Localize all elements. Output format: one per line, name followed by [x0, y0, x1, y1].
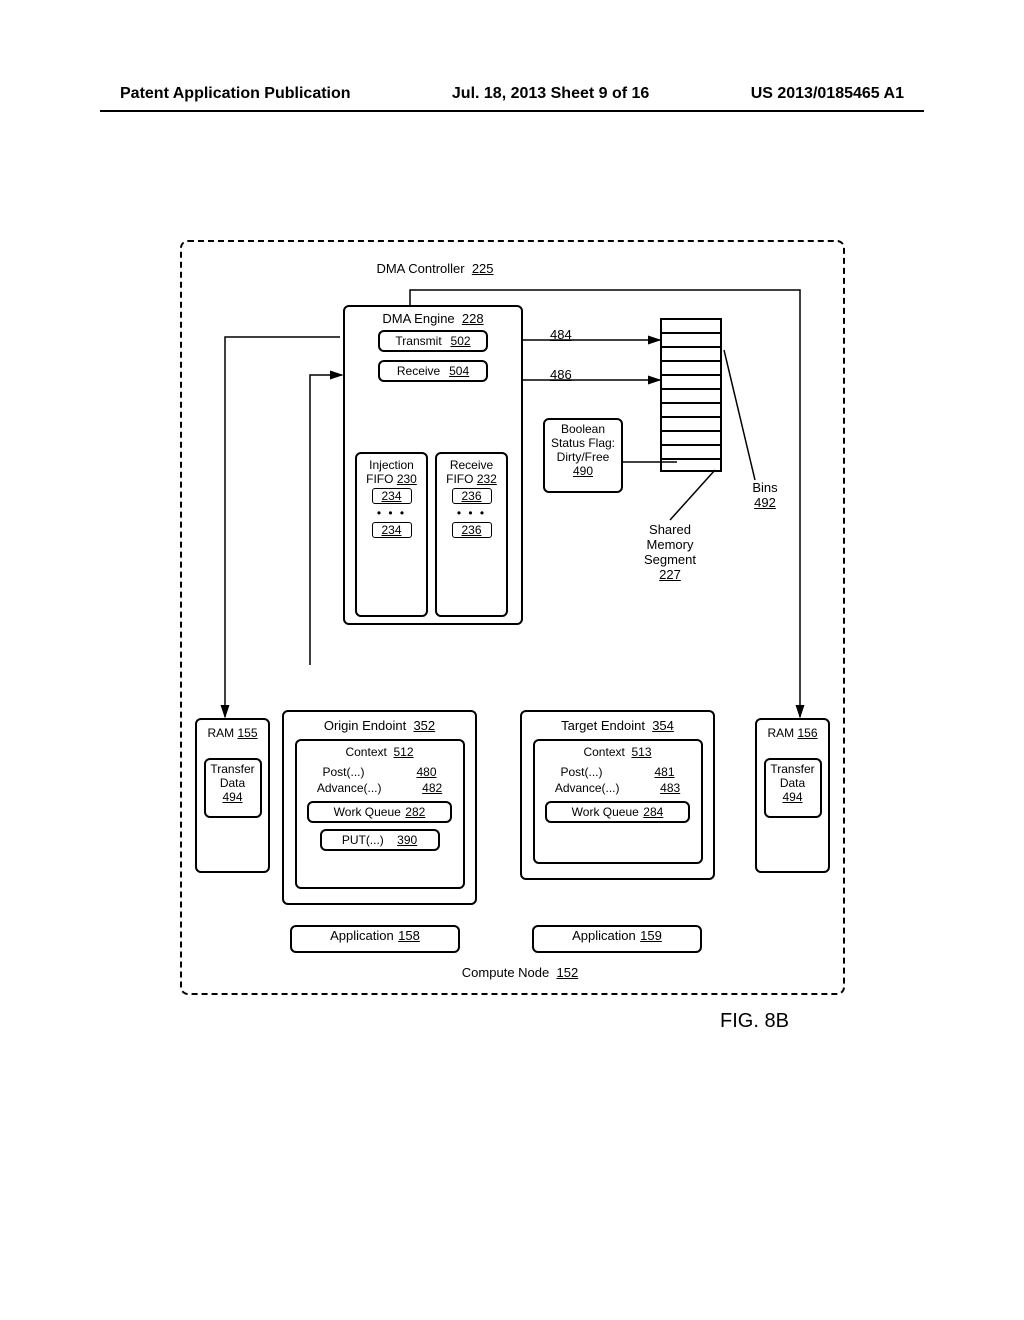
- context-target-box: Context 513 Post(...)481 Advance(...)483…: [533, 739, 703, 864]
- ram-left-box: RAM 155 Transfer Data 494: [195, 718, 270, 873]
- header-right: US 2013/0185465 A1: [751, 85, 904, 103]
- fifo-dots: • • •: [357, 506, 426, 520]
- dma-engine-label: DMA Engine 228: [345, 311, 521, 326]
- header-left: Patent Application Publication: [120, 85, 351, 103]
- diagram: DMA Controller 225 DMA Engine 228 Transm…: [180, 240, 845, 995]
- transfer-data-left: Transfer Data 494: [204, 758, 262, 818]
- put-box: PUT(...) 390: [320, 829, 440, 851]
- transmit-box: Transmit 502: [378, 330, 488, 352]
- transfer-data-right: Transfer Data 494: [764, 758, 822, 818]
- header-divider: [100, 110, 924, 112]
- work-queue-target: Work Queue 284: [545, 801, 690, 823]
- arrow-486-label: 486: [550, 367, 572, 382]
- ram-right-box: RAM 156 Transfer Data 494: [755, 718, 830, 873]
- status-flag-box: Boolean Status Flag: Dirty/Free 490: [543, 418, 623, 493]
- fifo-entry: 236: [452, 488, 492, 504]
- ram-left-label: RAM 155: [197, 726, 268, 740]
- injection-fifo-label: Injection FIFO 230: [357, 458, 426, 486]
- ram-right-label: RAM 156: [757, 726, 828, 740]
- fifo-dots: • • •: [437, 506, 506, 520]
- context-origin-box: Context 512 Post(...)480 Advance(...)482…: [295, 739, 465, 889]
- injection-fifo-box: Injection FIFO 230 234 • • • 234: [355, 452, 428, 617]
- origin-endpoint-box: Origin Endoint 352 Context 512 Post(...)…: [282, 710, 477, 905]
- fifo-entry: 234: [372, 488, 412, 504]
- receive-box: Receive 504: [378, 360, 488, 382]
- dma-controller-label: DMA Controller 225: [340, 261, 530, 276]
- bins-label: Bins492: [740, 480, 790, 510]
- app-target-box: Application 159: [532, 925, 702, 953]
- app-origin-box: Application 158: [290, 925, 460, 953]
- figure-label: FIG. 8B: [720, 1010, 789, 1033]
- origin-endpoint-label: Origin Endoint 352: [284, 718, 475, 733]
- fifo-entry: 236: [452, 522, 492, 538]
- receive-fifo-box: Receive FIFO 232 236 • • • 236: [435, 452, 508, 617]
- target-endpoint-box: Target Endoint 354 Context 513 Post(...)…: [520, 710, 715, 880]
- header-center: Jul. 18, 2013 Sheet 9 of 16: [452, 85, 649, 103]
- compute-node-label: Compute Node 152: [440, 965, 600, 980]
- bins-stack: [660, 318, 722, 472]
- fifo-entry: 234: [372, 522, 412, 538]
- shared-mem-label: Shared Memory Segment 227: [625, 522, 715, 582]
- target-endpoint-label: Target Endoint 354: [522, 718, 713, 733]
- work-queue-origin: Work Queue 282: [307, 801, 452, 823]
- status-flag-label: Boolean Status Flag: Dirty/Free 490: [545, 422, 621, 478]
- receive-fifo-label: Receive FIFO 232: [437, 458, 506, 486]
- arrow-484-label: 484: [550, 327, 572, 342]
